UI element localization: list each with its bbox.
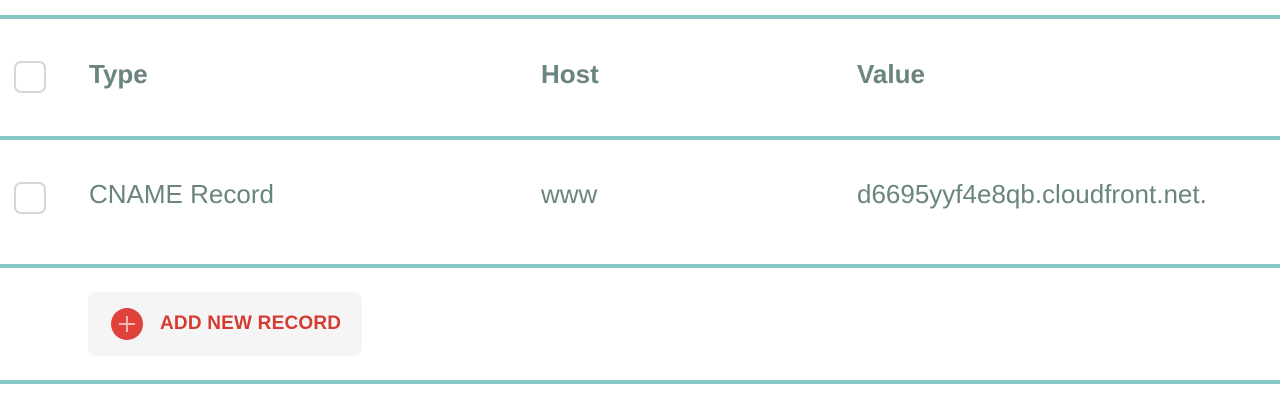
plus-circle-icon bbox=[111, 308, 143, 340]
record-type-cell: CNAME Record bbox=[89, 179, 274, 209]
column-header-host[interactable]: Host bbox=[541, 59, 599, 90]
record-host-cell: www bbox=[541, 179, 598, 209]
add-new-record-button[interactable]: ADD NEW RECORD bbox=[88, 292, 362, 356]
add-new-record-label: ADD NEW RECORD bbox=[160, 313, 342, 334]
column-header-value[interactable]: Value bbox=[857, 59, 925, 90]
column-header-type[interactable]: Type bbox=[89, 59, 148, 90]
record-value-cell: d6695yyf4e8qb.cloudfront.net. bbox=[857, 179, 1207, 209]
dns-records-table: Type Host Value CNAME Record www d6695yy… bbox=[0, 0, 1280, 404]
select-all-checkbox[interactable] bbox=[14, 61, 46, 93]
table-bottom-divider bbox=[0, 380, 1280, 384]
table-row[interactable]: CNAME Record www d6695yyf4e8qb.cloudfron… bbox=[0, 140, 1280, 264]
table-header-row: Type Host Value bbox=[0, 19, 1280, 136]
row-select-checkbox[interactable] bbox=[14, 182, 46, 214]
add-record-row: ADD NEW RECORD bbox=[0, 268, 1280, 380]
